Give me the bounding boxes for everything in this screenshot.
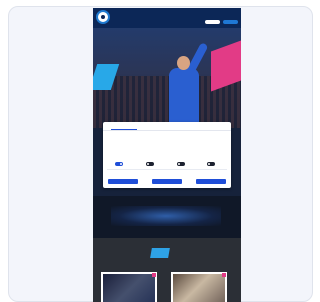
login-button[interactable]	[205, 20, 220, 24]
news-image	[103, 274, 155, 302]
promo-banner[interactable]	[93, 196, 241, 238]
site-header	[93, 8, 241, 28]
player-figure	[169, 68, 199, 128]
club-logo-icon[interactable]	[96, 10, 110, 24]
hero-banner[interactable]	[93, 28, 241, 128]
deny-button[interactable]	[108, 179, 138, 184]
pink-corner-icon	[222, 273, 226, 277]
active-tab-indicator	[111, 129, 137, 130]
shop-button[interactable]	[223, 20, 238, 24]
consent-tabs	[103, 122, 231, 131]
allow-all-button[interactable]	[196, 179, 226, 184]
toggle-preferences[interactable]	[146, 162, 154, 166]
news-section	[93, 238, 241, 302]
toggle-marketing[interactable]	[207, 162, 215, 166]
consent-divider	[107, 169, 227, 170]
player-head	[177, 56, 190, 70]
banner-glow	[111, 206, 221, 226]
news-card[interactable]	[171, 272, 227, 302]
pink-corner-icon	[152, 273, 156, 277]
news-section-tag	[150, 248, 170, 258]
news-image	[173, 274, 225, 302]
news-card[interactable]	[101, 272, 157, 302]
cookie-consent-dialog	[103, 122, 231, 188]
toggle-necessary[interactable]	[115, 162, 123, 166]
toggle-statistics[interactable]	[177, 162, 185, 166]
allow-selection-button[interactable]	[152, 179, 182, 184]
